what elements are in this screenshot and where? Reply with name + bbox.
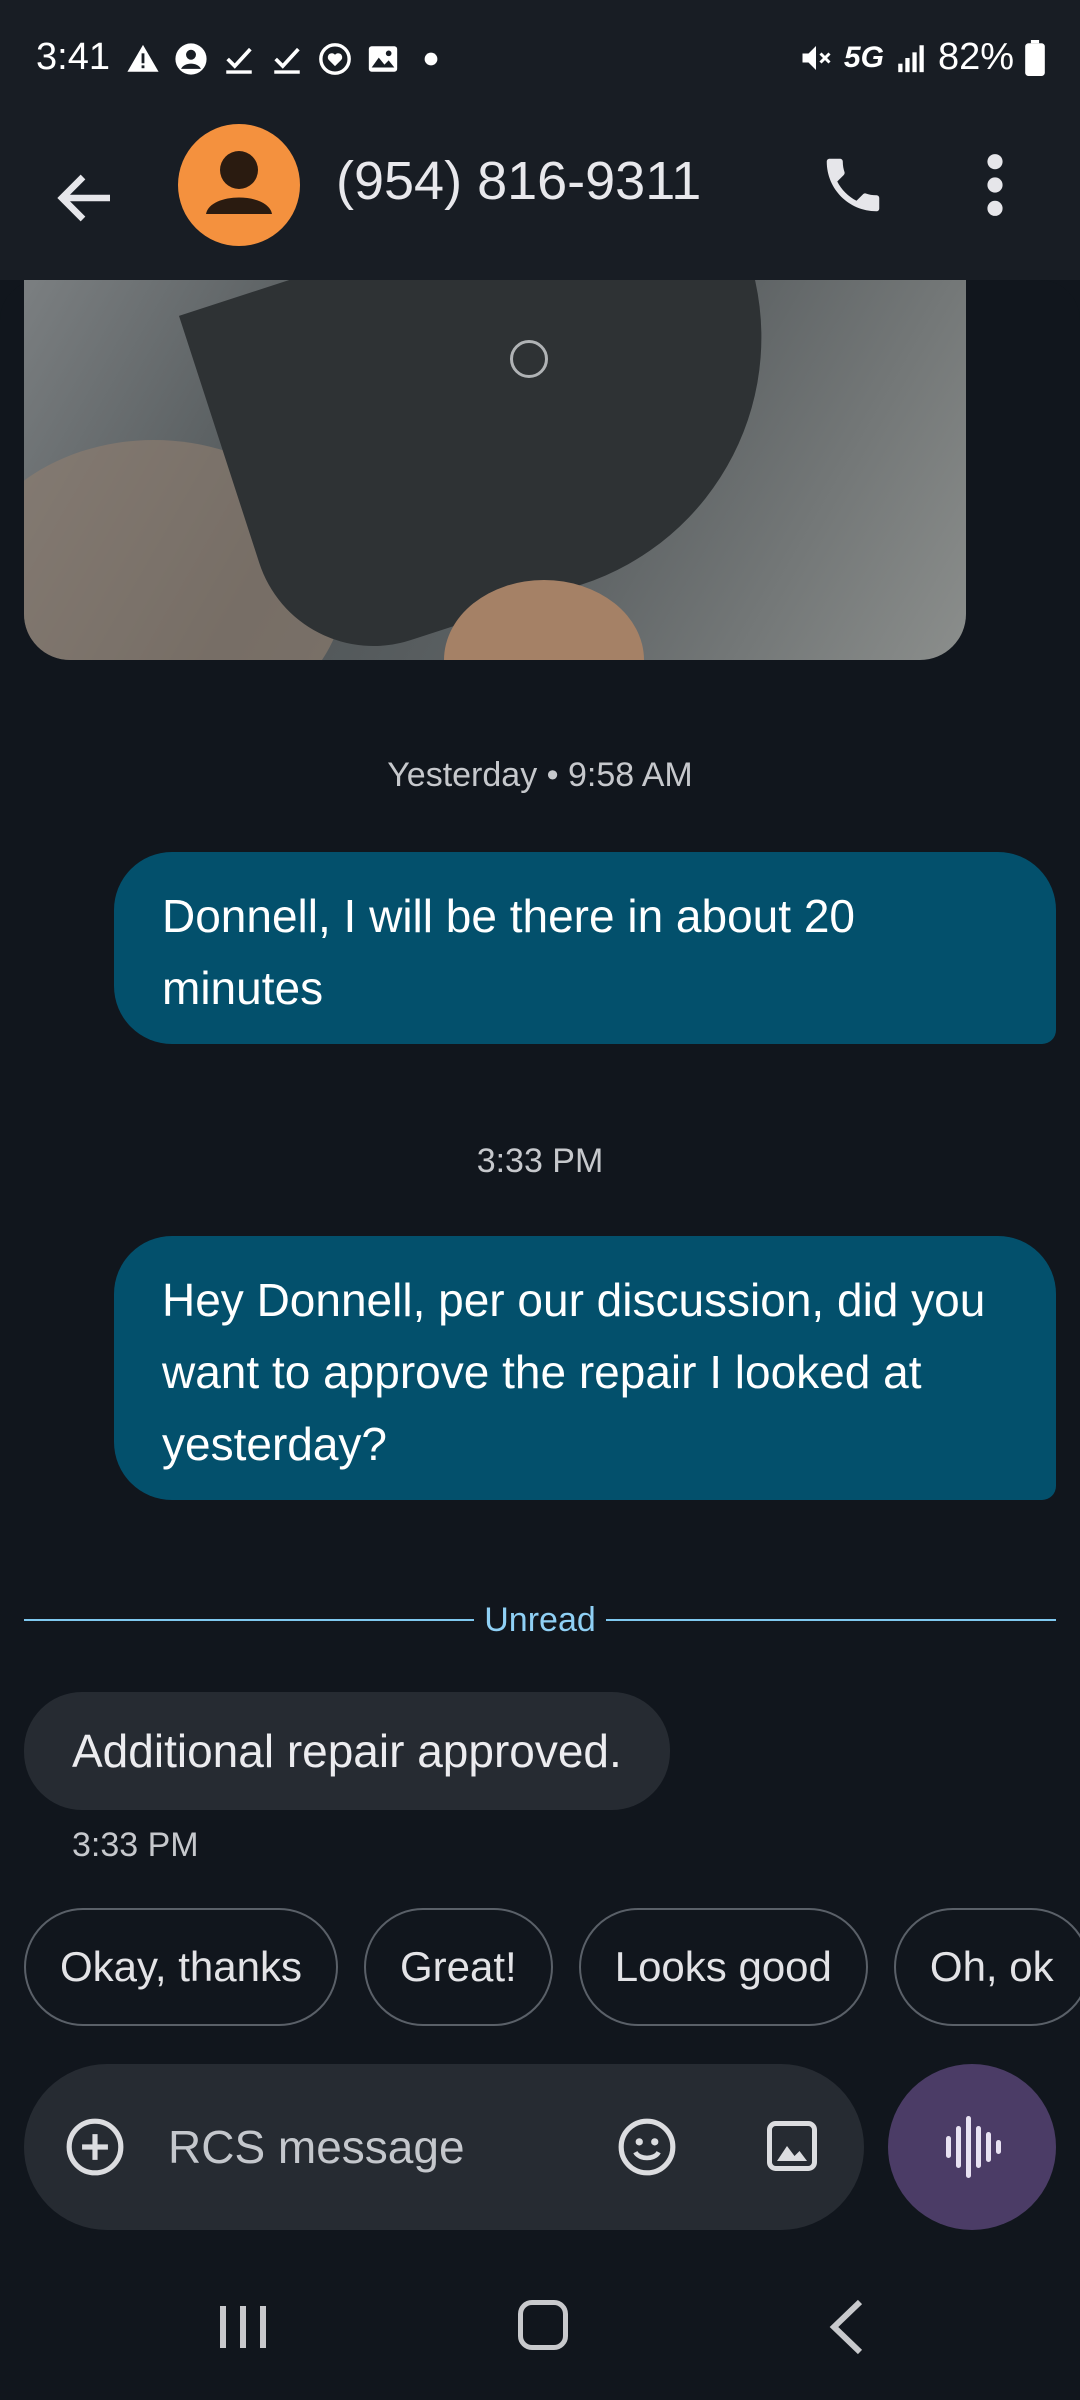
back-arrow-icon[interactable] <box>50 162 122 234</box>
voice-message-button[interactable] <box>888 2064 1056 2230</box>
compose-bar <box>24 2064 864 2230</box>
message-time: 3:33 PM <box>72 1826 199 1864</box>
heart-badge-icon <box>319 43 351 75</box>
incoming-message[interactable]: Additional repair approved. <box>24 1692 670 1810</box>
smart-reply-chip[interactable]: Oh, ok <box>893 1908 1080 2026</box>
smart-replies: Okay, thanks Great! Looks good Oh, ok <box>24 1908 1080 2026</box>
person-icon <box>206 151 272 214</box>
divider-line <box>24 1619 475 1621</box>
nav-back-icon[interactable] <box>822 2298 872 2356</box>
recents-icon[interactable] <box>216 2302 270 2352</box>
outgoing-message[interactable]: Donnell, I will be there in about 20 min… <box>114 852 1056 1044</box>
status-bar: 3:41 5G 82% <box>0 0 1080 120</box>
battery-percent: 82% <box>937 36 1014 78</box>
system-nav-bar <box>0 2260 1080 2400</box>
dot-icon <box>424 52 438 66</box>
divider-line <box>605 1619 1057 1621</box>
signal-icon <box>898 44 924 72</box>
image-icon <box>368 46 398 72</box>
avatar[interactable] <box>178 124 300 246</box>
warning-icon <box>127 44 159 72</box>
check-icon <box>226 47 252 74</box>
timestamp: 3:33 PM <box>476 1142 604 1180</box>
image-attachment[interactable] <box>24 280 966 660</box>
status-right: 5G 82% <box>798 36 1046 79</box>
smart-reply-chip[interactable]: Great! <box>364 1908 553 2026</box>
messages-screen: 3:41 5G 82% (954) 816-9311 Yesterday • 9… <box>0 0 1080 2400</box>
status-time: 3:41 <box>36 36 110 78</box>
emoji-icon[interactable] <box>616 2116 678 2178</box>
smart-reply-chip[interactable]: Looks good <box>578 1908 868 2026</box>
more-options-icon[interactable] <box>968 150 1022 220</box>
unread-divider: Unread <box>24 1600 1057 1640</box>
voice-wave-icon <box>946 2116 1001 2178</box>
message-input[interactable] <box>168 2114 588 2180</box>
outgoing-message[interactable]: Hey Donnell, per our discussion, did you… <box>114 1236 1056 1500</box>
phone-icon[interactable] <box>818 150 888 220</box>
home-icon[interactable] <box>518 2300 568 2350</box>
notification-icons <box>126 42 448 76</box>
smart-reply-chip[interactable]: Okay, thanks <box>24 1908 338 2026</box>
mute-icon <box>802 45 831 70</box>
timestamp: Yesterday • 9:58 AM <box>387 756 693 794</box>
gallery-icon[interactable] <box>762 2116 822 2176</box>
contact-name[interactable]: (954) 816-9311 <box>336 150 701 212</box>
account-icon <box>175 43 207 75</box>
unread-label: Unread <box>484 1600 596 1639</box>
power-symbol <box>510 340 548 378</box>
add-attachment-icon[interactable] <box>64 2116 126 2178</box>
battery-icon <box>1025 39 1045 76</box>
check-icon <box>274 47 300 74</box>
network-label: 5G <box>843 40 884 74</box>
